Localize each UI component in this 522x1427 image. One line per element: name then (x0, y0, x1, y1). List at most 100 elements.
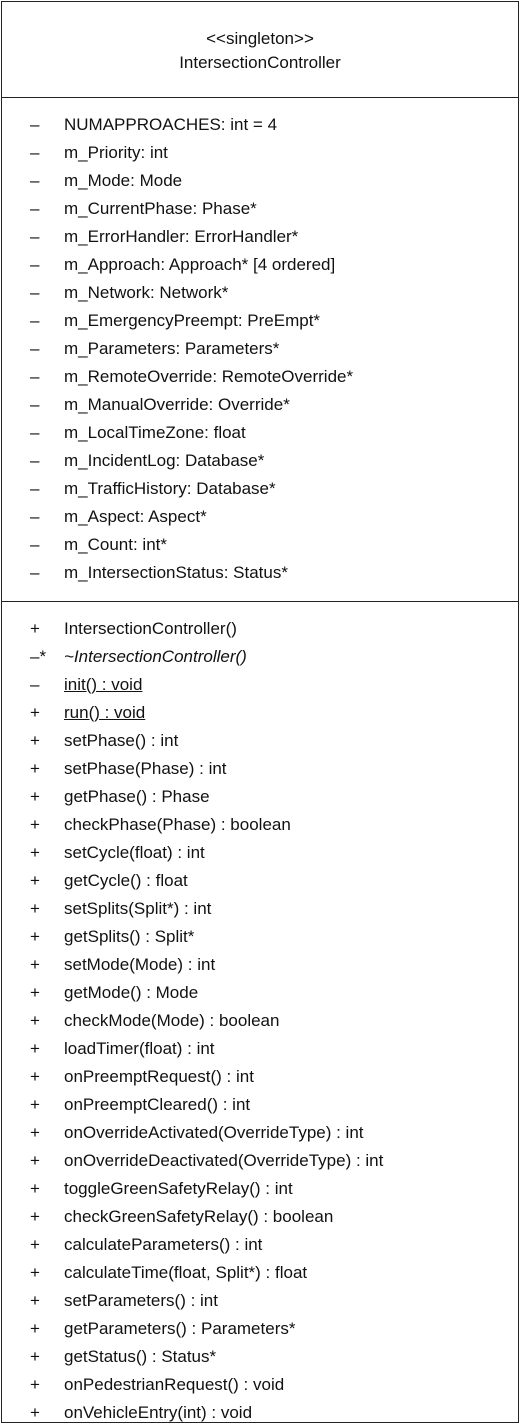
operation-row: + calculateTime(float, Split*) : float (2, 1259, 518, 1287)
operation-row-text: calculateTime(float, Split*) : float (64, 1263, 308, 1282)
visibility-marker: + (30, 1319, 40, 1338)
operation-row: + setPhase() : int (2, 727, 518, 755)
operation-row: + setSplits(Split*) : int (2, 895, 518, 923)
visibility-marker: + (30, 1095, 40, 1114)
operation-row-text: getPhase() : Phase (64, 787, 210, 806)
operation-row-text: toggleGreenSafetyRelay() : int (64, 1179, 293, 1198)
operation-row-text: setCycle(float) : int (64, 843, 205, 862)
visibility-marker: + (30, 1403, 40, 1422)
attribute-row-text: m_Priority: int (64, 143, 168, 162)
operation-row-text: checkMode(Mode) : boolean (64, 1011, 280, 1030)
operation-row-text: onPreemptRequest() : int (64, 1067, 254, 1086)
attribute-row: – m_Mode: Mode (2, 167, 518, 195)
operation-row: + setCycle(float) : int (2, 839, 518, 867)
stereotype-label: <<singleton>> (206, 29, 314, 48)
attribute-row-text: m_Approach: Approach* [4 ordered] (64, 255, 336, 274)
operation-row-text: getMode() : Mode (64, 983, 199, 1002)
operation-row-text: setSplits(Split*) : int (64, 899, 212, 918)
visibility-marker: – (30, 255, 40, 274)
operation-row-text: IntersectionController() (64, 619, 237, 638)
operation-row: + onPreemptCleared() : int (2, 1091, 518, 1119)
visibility-marker: + (30, 1291, 40, 1310)
visibility-marker: + (30, 703, 40, 722)
attribute-row-text: m_Network: Network* (64, 283, 229, 302)
visibility-marker: – (30, 451, 40, 470)
attribute-row: – NUMAPPROACHES: int = 4 (2, 111, 518, 139)
attribute-row: – m_LocalTimeZone: float (2, 419, 518, 447)
operation-row: + checkMode(Mode) : boolean (2, 1007, 518, 1035)
attribute-row: – m_Priority: int (2, 139, 518, 167)
visibility-marker: + (30, 843, 40, 862)
operation-row-text: onOverrideActivated(OverrideType) : int (64, 1123, 364, 1142)
operation-row-text: setParameters() : int (64, 1291, 218, 1310)
operation-row: + checkPhase(Phase) : boolean (2, 811, 518, 839)
visibility-marker: – (30, 423, 40, 442)
attribute-row-text: m_Parameters: Parameters* (64, 339, 280, 358)
visibility-marker: + (30, 955, 40, 974)
operation-row-text: checkGreenSafetyRelay() : boolean (64, 1207, 334, 1226)
operation-row-text: onPedestrianRequest() : void (64, 1375, 285, 1394)
operation-row-text: setMode(Mode) : int (64, 955, 216, 974)
operation-row: + setParameters() : int (2, 1287, 518, 1315)
visibility-marker: + (30, 1179, 40, 1198)
attribute-row-text: NUMAPPROACHES: int = 4 (64, 115, 278, 134)
operation-row: + calculateParameters() : int (2, 1231, 518, 1259)
attribute-row: – m_EmergencyPreempt: PreEmpt* (2, 307, 518, 335)
visibility-marker: + (30, 815, 40, 834)
operation-row: + loadTimer(float) : int (2, 1035, 518, 1063)
attribute-row-text: m_RemoteOverride: RemoteOverride* (64, 367, 354, 386)
attribute-row-text: m_CurrentPhase: Phase* (64, 199, 257, 218)
operation-row: + IntersectionController() (2, 615, 518, 643)
operation-row-text: ~IntersectionController() (64, 647, 247, 666)
attribute-row-text: m_Count: int* (64, 535, 167, 554)
attribute-row: – m_TrafficHistory: Database* (2, 475, 518, 503)
attribute-row: – m_Parameters: Parameters* (2, 335, 518, 363)
operation-row: + onOverrideActivated(OverrideType) : int (2, 1119, 518, 1147)
visibility-marker: – (30, 395, 40, 414)
operation-row-text: getCycle() : float (64, 871, 188, 890)
class-header: <<singleton>> IntersectionController (2, 2, 518, 98)
operation-row: + getSplits() : Split* (2, 923, 518, 951)
visibility-marker: + (30, 871, 40, 890)
attribute-row: – m_ManualOverride: Override* (2, 391, 518, 419)
operation-row: + toggleGreenSafetyRelay() : int (2, 1175, 518, 1203)
operation-row-text: calculateParameters() : int (64, 1235, 263, 1254)
visibility-marker: + (30, 899, 40, 918)
operation-row-text: getStatus() : Status* (64, 1347, 217, 1366)
visibility-marker: + (30, 1123, 40, 1142)
operation-row-text: getParameters() : Parameters* (64, 1319, 296, 1338)
operation-row: + getPhase() : Phase (2, 783, 518, 811)
visibility-marker: – (30, 199, 40, 218)
visibility-marker: – (30, 171, 40, 190)
operation-row-text: getSplits() : Split* (64, 927, 195, 946)
visibility-marker: + (30, 1235, 40, 1254)
attribute-row: – m_Aspect: Aspect* (2, 503, 518, 531)
visibility-marker: + (30, 1067, 40, 1086)
attribute-row: – m_Network: Network* (2, 279, 518, 307)
operation-row: + onPedestrianRequest() : void (2, 1371, 518, 1399)
operation-row: + setMode(Mode) : int (2, 951, 518, 979)
visibility-marker: – (30, 479, 40, 498)
operation-row: + getParameters() : Parameters* (2, 1315, 518, 1343)
attribute-row: – m_RemoteOverride: RemoteOverride* (2, 363, 518, 391)
visibility-marker: + (30, 1347, 40, 1366)
attribute-row: – m_IntersectionStatus: Status* (2, 559, 518, 587)
visibility-marker: – (30, 227, 40, 246)
operation-row-text: onOverrideDeactivated(OverrideType) : in… (64, 1151, 384, 1170)
operation-row-text: init() : void (64, 675, 143, 694)
operation-row: + getStatus() : Status* (2, 1343, 518, 1371)
operation-row: + getMode() : Mode (2, 979, 518, 1007)
attribute-row-text: m_Mode: Mode (64, 171, 183, 190)
visibility-marker: – (30, 311, 40, 330)
attribute-row-text: m_EmergencyPreempt: PreEmpt* (64, 311, 321, 330)
operation-row: + setPhase(Phase) : int (2, 755, 518, 783)
visibility-marker: + (30, 731, 40, 750)
attribute-row-text: m_TrafficHistory: Database* (64, 479, 276, 498)
attribute-row: – m_Count: int* (2, 531, 518, 559)
visibility-marker: + (30, 1263, 40, 1282)
visibility-marker: + (30, 983, 40, 1002)
operation-row-text: setPhase() : int (64, 731, 179, 750)
operation-row: + onOverrideDeactivated(OverrideType) : i… (2, 1147, 518, 1175)
class-name: IntersectionController (179, 53, 341, 72)
visibility-marker: – (30, 535, 40, 554)
